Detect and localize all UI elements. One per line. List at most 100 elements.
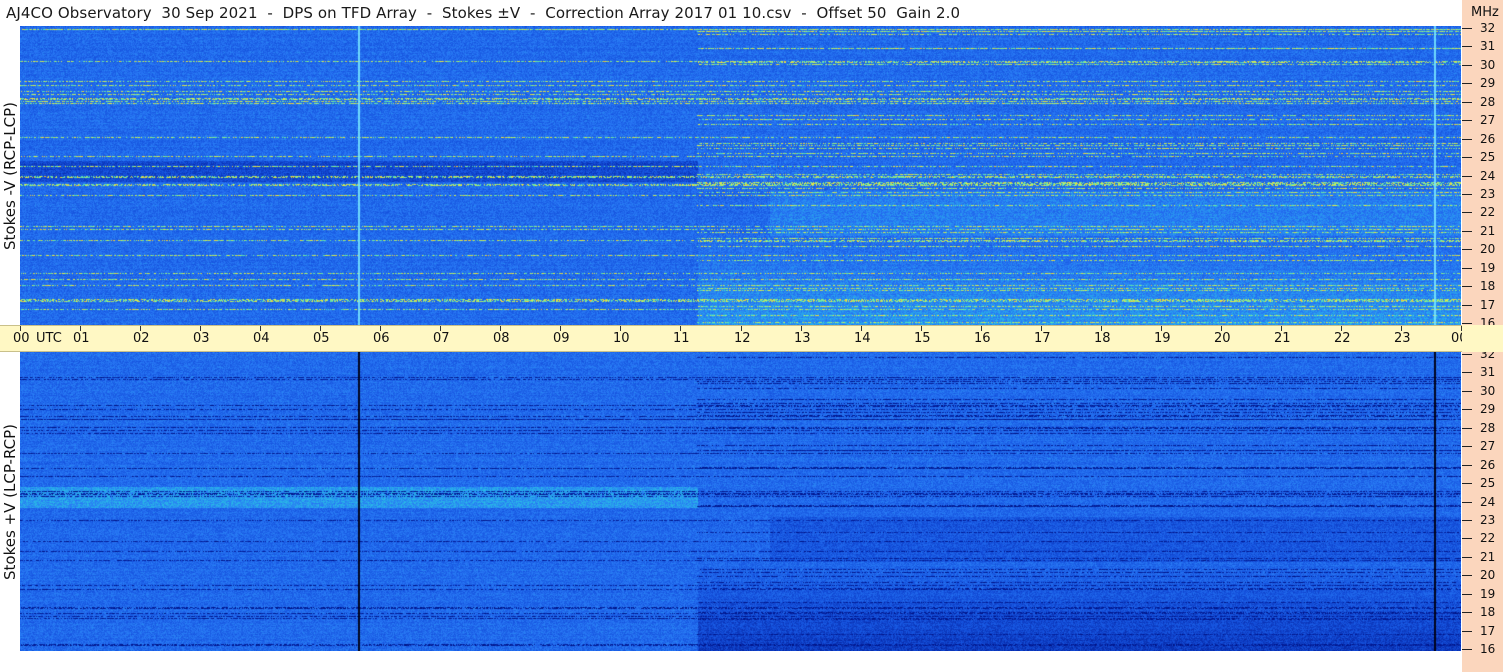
- frequency-tick: [1462, 194, 1472, 195]
- frequency-label: 25: [1480, 150, 1496, 164]
- bottom-margin: [0, 651, 1462, 672]
- frequency-tick: [1462, 631, 1472, 632]
- spectrogram-top-canvas[interactable]: [20, 26, 1461, 325]
- frequency-label: 24: [1480, 169, 1496, 183]
- bottom-panel-label: Stokes +V (LCP-RCP): [1, 423, 19, 580]
- frequency-label: 20: [1480, 568, 1496, 582]
- frequency-label: 23: [1480, 187, 1496, 201]
- hour-label: 04: [253, 331, 270, 346]
- frequency-label: 18: [1480, 605, 1496, 619]
- top-panel-ylabel: Stokes -V (RCP-LCP): [0, 26, 20, 325]
- frequency-tick: [1462, 409, 1472, 410]
- hour-label: 17: [1034, 331, 1051, 346]
- hour-label: 12: [734, 331, 751, 346]
- frequency-label: 22: [1480, 205, 1496, 219]
- utc-label: UTC: [36, 331, 62, 346]
- spectrogram-bottom[interactable]: [20, 352, 1461, 651]
- hour-label: 00: [13, 331, 30, 346]
- frequency-label: 28: [1480, 95, 1496, 109]
- frequency-tick: [1462, 268, 1472, 269]
- frequency-tick: [1462, 46, 1472, 47]
- hour-label: 13: [794, 331, 811, 346]
- hour-label: 16: [974, 331, 991, 346]
- frequency-label: 23: [1480, 513, 1496, 527]
- frequency-tick: [1462, 323, 1472, 324]
- frequency-tick: [1462, 594, 1472, 595]
- frequency-label: 22: [1480, 531, 1496, 545]
- frequency-label: 29: [1480, 76, 1496, 90]
- plot-title: AJ4CO Observatory 30 Sep 2021 - DPS on T…: [6, 4, 961, 22]
- hour-label: 15: [914, 331, 931, 346]
- frequency-tick: [1462, 465, 1472, 466]
- spectrogram-bottom-canvas[interactable]: [20, 352, 1461, 651]
- bottom-panel-ylabel: Stokes +V (LCP-RCP): [0, 352, 20, 651]
- hour-label: 23: [1394, 331, 1411, 346]
- frequency-tick: [1462, 83, 1472, 84]
- frequency-label: 20: [1480, 242, 1496, 256]
- frequency-tick: [1462, 612, 1472, 613]
- axis-separator: [1462, 325, 1503, 352]
- frequency-label: 25: [1480, 476, 1496, 490]
- frequency-tick: [1462, 446, 1472, 447]
- frequency-tick: [1462, 305, 1472, 306]
- hour-label: 10: [613, 331, 630, 346]
- frequency-tick: [1462, 483, 1472, 484]
- frequency-label: 17: [1480, 298, 1496, 312]
- frequency-label: 16: [1480, 642, 1496, 656]
- frequency-tick: [1462, 157, 1472, 158]
- frequency-tick: [1462, 538, 1472, 539]
- frequency-tick: [1462, 372, 1472, 373]
- frequency-label: 21: [1480, 550, 1496, 564]
- frequency-tick: [1462, 354, 1472, 355]
- hour-label: 08: [493, 331, 510, 346]
- frequency-tick: [1462, 65, 1472, 66]
- frequency-label: 26: [1480, 458, 1496, 472]
- frequency-label: 30: [1480, 58, 1496, 72]
- spectrogram-viewer: AJ4CO Observatory 30 Sep 2021 - DPS on T…: [0, 0, 1503, 672]
- hour-label: 11: [673, 331, 690, 346]
- frequency-label: 26: [1480, 132, 1496, 146]
- frequency-tick: [1462, 391, 1472, 392]
- frequency-label: 27: [1480, 113, 1496, 127]
- frequency-label: 19: [1480, 587, 1496, 601]
- hour-label: 01: [73, 331, 90, 346]
- frequency-tick: [1462, 502, 1472, 503]
- frequency-label: 21: [1480, 224, 1496, 238]
- frequency-tick: [1462, 102, 1472, 103]
- frequency-tick: [1462, 120, 1472, 121]
- hour-label: 05: [313, 331, 330, 346]
- frequency-tick: [1462, 575, 1472, 576]
- frequency-tick: [1462, 212, 1472, 213]
- frequency-tick: [1462, 249, 1472, 250]
- frequency-tick: [1462, 520, 1472, 521]
- frequency-tick: [1462, 139, 1472, 140]
- time-axis: UTC 00 01 02 03 04 05 06 07 08 09 10 11 12 13 14 15 16 17…: [0, 325, 1468, 352]
- hour-label: 19: [1154, 331, 1171, 346]
- hour-label: 07: [433, 331, 450, 346]
- frequency-tick: [1462, 231, 1472, 232]
- frequency-tick: [1462, 428, 1472, 429]
- frequency-tick: [1462, 176, 1472, 177]
- hour-label: 22: [1334, 331, 1351, 346]
- frequency-label: 24: [1480, 495, 1496, 509]
- hour-label: 06: [373, 331, 390, 346]
- hour-label: 14: [854, 331, 871, 346]
- frequency-tick: [1462, 28, 1472, 29]
- hour-label: 02: [133, 331, 150, 346]
- frequency-label: 32: [1480, 21, 1496, 35]
- frequency-label: 18: [1480, 279, 1496, 293]
- hour-label: 20: [1214, 331, 1231, 346]
- frequency-tick: [1462, 286, 1472, 287]
- frequency-tick: [1462, 649, 1472, 650]
- frequency-label: 27: [1480, 439, 1496, 453]
- frequency-label: 29: [1480, 402, 1496, 416]
- hour-label: 18: [1094, 331, 1111, 346]
- frequency-label: 17: [1480, 624, 1496, 638]
- mhz-label: MHz: [1471, 5, 1499, 20]
- hour-label: 09: [553, 331, 570, 346]
- hour-label: 03: [193, 331, 210, 346]
- spectrogram-top[interactable]: [20, 26, 1461, 325]
- frequency-label: 28: [1480, 421, 1496, 435]
- frequency-label: 19: [1480, 261, 1496, 275]
- hour-label: 21: [1274, 331, 1291, 346]
